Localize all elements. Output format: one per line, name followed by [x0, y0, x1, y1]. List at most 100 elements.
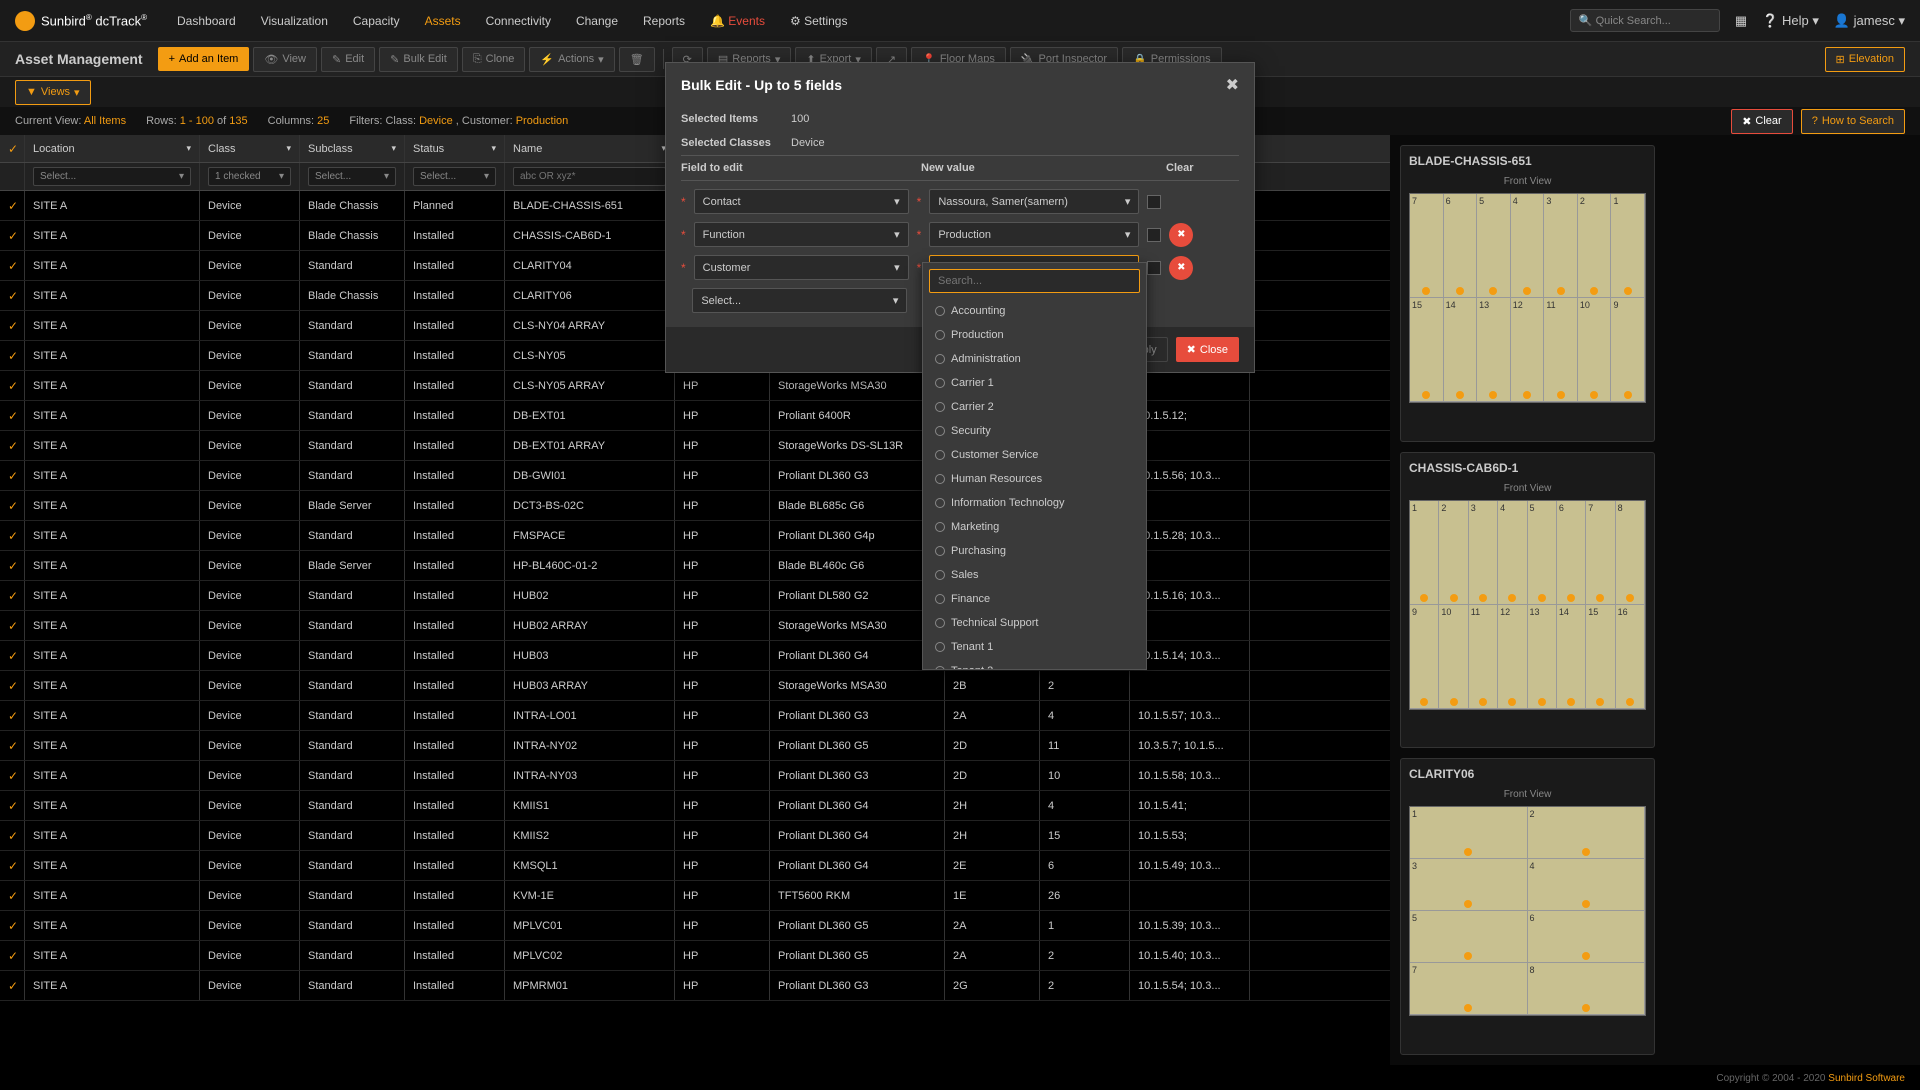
elevation-button[interactable]: ⊞ Elevation [1825, 47, 1905, 72]
dropdown-option[interactable]: Purchasing [923, 539, 1146, 563]
column-header[interactable]: Location ▾ [25, 135, 200, 162]
add-item-button[interactable]: + Add an Item [158, 47, 250, 71]
nav-capacity[interactable]: Capacity [353, 14, 400, 28]
view-button[interactable]: 👁 View [253, 47, 317, 72]
dropdown-option[interactable]: Production [923, 323, 1146, 347]
dropdown-option[interactable]: Technical Support [923, 611, 1146, 635]
clear-checkbox[interactable] [1147, 261, 1161, 275]
rack-view[interactable]: 12345678910111213141516 [1409, 500, 1646, 710]
table-row[interactable]: ✓SITE ADeviceStandardInstalledKMIIS1HPPr… [0, 791, 1390, 821]
column-header[interactable]: Status ▾ [405, 135, 505, 162]
value-select[interactable]: Production ▾ [929, 222, 1139, 247]
nav-visualization[interactable]: Visualization [261, 14, 328, 28]
dropdown-option[interactable]: Carrier 1 [923, 371, 1146, 395]
column-header[interactable]: Class ▾ [200, 135, 300, 162]
dropdown-option[interactable]: Sales [923, 563, 1146, 587]
dropdown-option[interactable]: Human Resources [923, 467, 1146, 491]
dropdown-option[interactable]: Customer Service [923, 443, 1146, 467]
clear-checkbox[interactable] [1147, 195, 1161, 209]
modal-close-icon[interactable]: ✖ [1226, 75, 1239, 95]
rack-view[interactable]: 12345678 [1409, 806, 1646, 1016]
filter-cell[interactable]: Select... ▾ [25, 163, 200, 190]
dropdown-option[interactable]: Administration [923, 347, 1146, 371]
field-select[interactable]: Function ▾ [694, 222, 909, 247]
cell: Installed [405, 521, 505, 550]
remove-field-button[interactable]: ✖ [1169, 223, 1193, 247]
table-row[interactable]: ✓SITE ADeviceStandardInstalledDB-EXT01HP… [0, 401, 1390, 431]
dropdown-search-input[interactable] [929, 269, 1140, 293]
dropdown-option[interactable]: Marketing [923, 515, 1146, 539]
nav-dashboard[interactable]: Dashboard [177, 14, 236, 28]
edit-button[interactable]: ✎ Edit [321, 47, 375, 72]
filter-cell[interactable] [0, 163, 25, 190]
dropdown-option[interactable]: Information Technology [923, 491, 1146, 515]
column-header[interactable]: Name ▾ [505, 135, 675, 162]
dropdown-option[interactable]: Tenant 2 [923, 659, 1146, 669]
table-row[interactable]: ✓SITE ADeviceStandardInstalledHUB02HPPro… [0, 581, 1390, 611]
calendar-icon[interactable]: ▦ [1735, 13, 1747, 29]
table-row[interactable]: ✓SITE ADeviceStandardInstalledHUB03 ARRA… [0, 671, 1390, 701]
close-button[interactable]: ✖ Close [1176, 337, 1239, 362]
field-select[interactable]: Contact ▾ [694, 189, 909, 214]
help-menu[interactable]: ❔ Help ▾ [1762, 13, 1819, 29]
filter-cell[interactable]: Select... ▾ [300, 163, 405, 190]
table-row[interactable]: ✓SITE ADeviceBlade ServerInstalledHP-BL4… [0, 551, 1390, 581]
table-row[interactable]: ✓SITE ADeviceStandardInstalledKMSQL1HPPr… [0, 851, 1390, 881]
panel-title: CHASSIS-CAB6D-1 [1409, 461, 1646, 475]
column-header[interactable]: ✓ [0, 135, 25, 162]
clear-button[interactable]: ✖ Clear [1731, 109, 1793, 134]
nav-assets[interactable]: Assets [425, 14, 461, 28]
footer-link[interactable]: Sunbird Software [1828, 1073, 1905, 1084]
dropdown-option[interactable]: Security [923, 419, 1146, 443]
table-row[interactable]: ✓SITE ADeviceStandardInstalledKVM-1EHPTF… [0, 881, 1390, 911]
clone-button[interactable]: ⎘ Clone [462, 47, 526, 72]
dropdown-option[interactable]: Carrier 2 [923, 395, 1146, 419]
field-select[interactable]: Customer ▾ [694, 255, 909, 280]
field-select[interactable]: Select... ▾ [692, 288, 907, 313]
dropdown-option[interactable]: Accounting [923, 299, 1146, 323]
nav-connectivity[interactable]: Connectivity [486, 14, 551, 28]
cell: Proliant DL360 G4 [770, 791, 945, 820]
table-row[interactable]: ✓SITE ADeviceStandardInstalledDB-EXT01 A… [0, 431, 1390, 461]
user-menu[interactable]: 👤 jamesc ▾ [1834, 13, 1905, 29]
actions-button[interactable]: ⚡ Actions ▾ [529, 47, 614, 72]
elevation-panel: BLADE-CHASSIS-651Front View7654321151413… [1400, 145, 1655, 442]
global-search[interactable]: 🔍 Quick Search... [1570, 9, 1720, 32]
nav-events[interactable]: 🔔 Events [710, 14, 765, 28]
filter-cell[interactable] [505, 163, 675, 190]
nav-reports[interactable]: Reports [643, 14, 685, 28]
table-row[interactable]: ✓SITE ADeviceStandardInstalledDB-GWI01HP… [0, 461, 1390, 491]
logo[interactable]: Sunbird® dcTrack® [15, 11, 147, 31]
table-row[interactable]: ✓SITE ADeviceStandardInstalledINTRA-LO01… [0, 701, 1390, 731]
table-row[interactable]: ✓SITE ADeviceStandardInstalledCLS-NY05 A… [0, 371, 1390, 401]
table-row[interactable]: ✓SITE ADeviceStandardInstalledHUB03HPPro… [0, 641, 1390, 671]
clear-checkbox[interactable] [1147, 228, 1161, 242]
delete-button[interactable]: 🗑 [619, 47, 655, 72]
remove-field-button[interactable]: ✖ [1169, 256, 1193, 280]
table-row[interactable]: ✓SITE ADeviceStandardInstalledMPLVC01HPP… [0, 911, 1390, 941]
cell: StorageWorks MSA30 [770, 671, 945, 700]
table-row[interactable]: ✓SITE ADeviceStandardInstalledKMIIS2HPPr… [0, 821, 1390, 851]
table-row[interactable]: ✓SITE ADeviceBlade ServerInstalledDCT3-B… [0, 491, 1390, 521]
cell: 10.1.5.14; 10.3... [1130, 641, 1250, 670]
rack-view[interactable]: 76543211514131211109 [1409, 193, 1646, 403]
table-row[interactable]: ✓SITE ADeviceStandardInstalledMPLVC02HPP… [0, 941, 1390, 971]
table-row[interactable]: ✓SITE ADeviceStandardInstalledINTRA-NY03… [0, 761, 1390, 791]
nav-settings[interactable]: ⚙ Settings [790, 14, 847, 28]
cell: ✓ [0, 611, 25, 640]
column-header[interactable]: Subclass ▾ [300, 135, 405, 162]
how-to-search-button[interactable]: ? How to Search [1801, 109, 1905, 134]
filter-cell[interactable]: 1 checked ▾ [200, 163, 300, 190]
table-row[interactable]: ✓SITE ADeviceStandardInstalledFMSPACEHPP… [0, 521, 1390, 551]
cell: Proliant DL360 G5 [770, 731, 945, 760]
dropdown-option[interactable]: Tenant 1 [923, 635, 1146, 659]
table-row[interactable]: ✓SITE ADeviceStandardInstalledINTRA-NY02… [0, 731, 1390, 761]
table-row[interactable]: ✓SITE ADeviceStandardInstalledHUB02 ARRA… [0, 611, 1390, 641]
table-row[interactable]: ✓SITE ADeviceStandardInstalledMPMRM01HPP… [0, 971, 1390, 1001]
views-dropdown[interactable]: ▼ Views ▾ [15, 80, 91, 105]
value-select[interactable]: Nassoura, Samer(samern) ▾ [929, 189, 1139, 214]
filter-cell[interactable]: Select... ▾ [405, 163, 505, 190]
dropdown-option[interactable]: Finance [923, 587, 1146, 611]
bulk-edit-button[interactable]: ✎ Bulk Edit [379, 47, 458, 72]
nav-change[interactable]: Change [576, 14, 618, 28]
